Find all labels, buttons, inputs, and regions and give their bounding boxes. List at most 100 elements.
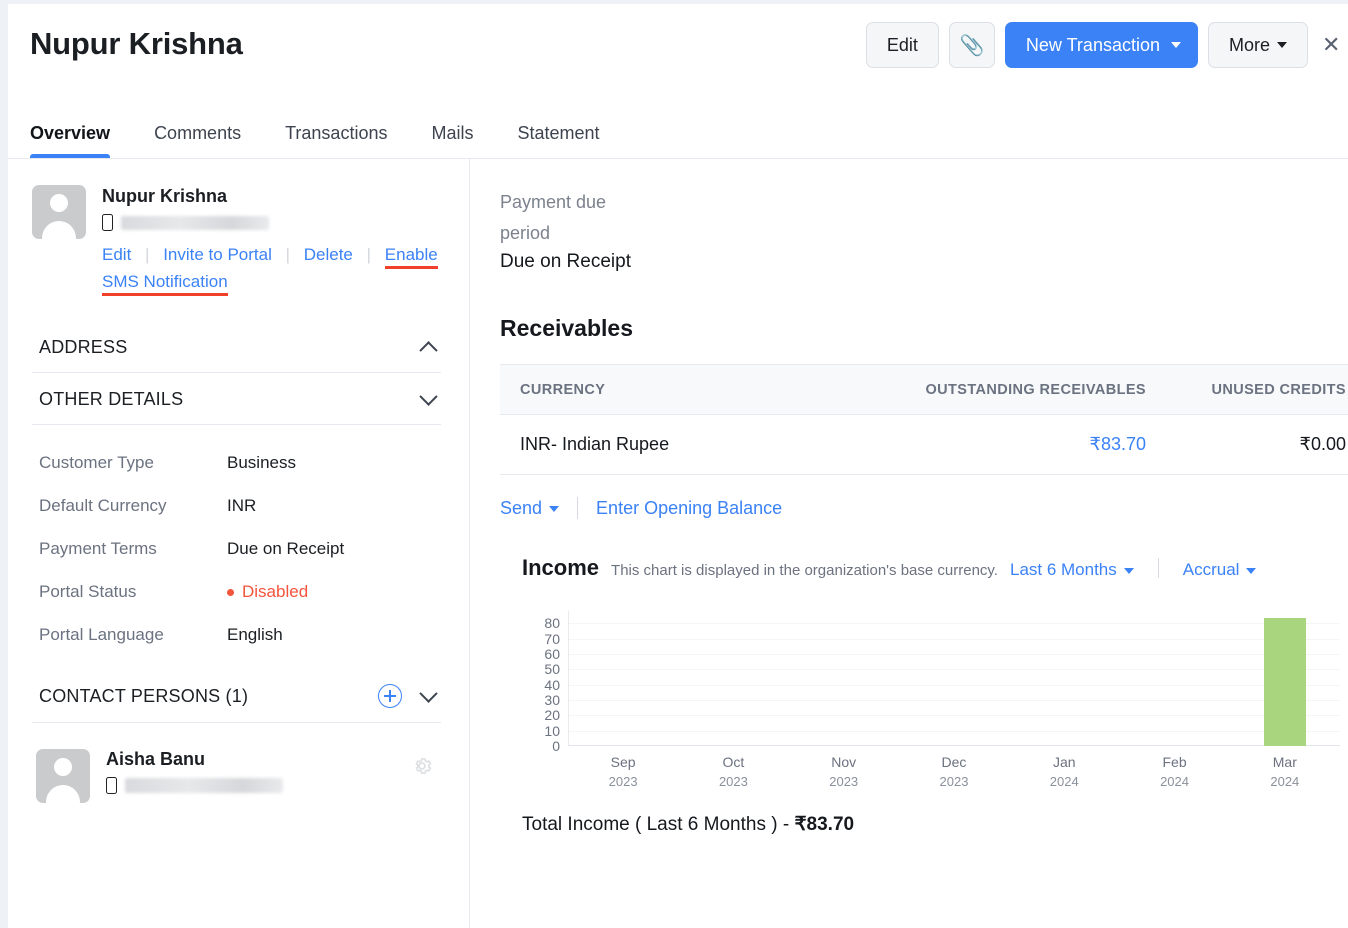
tab-mails[interactable]: Mails — [431, 123, 495, 158]
paperclip-icon: 📎 — [959, 33, 984, 58]
detail-row-customer-type: Customer Type Business — [39, 453, 441, 473]
tab-statement[interactable]: Statement — [517, 123, 621, 158]
enter-opening-balance-link[interactable]: Enter Opening Balance — [596, 498, 782, 519]
edit-button[interactable]: Edit — [866, 22, 939, 68]
detail-value: English — [227, 625, 283, 645]
column-header-currency: CURRENCY — [500, 365, 818, 415]
add-contact-person-icon[interactable] — [378, 684, 402, 708]
avatar — [32, 185, 86, 239]
section-other-details[interactable]: OTHER DETAILS — [32, 373, 441, 425]
chevron-down-icon — [1171, 42, 1181, 48]
attachment-button[interactable]: 📎 — [949, 22, 995, 68]
bar-slot — [1230, 611, 1340, 746]
header-action-bar: Edit 📎 New Transaction More ✕ — [866, 22, 1348, 68]
income-chart-title: Income — [522, 555, 599, 581]
x-axis-tick: Feb2024 — [1119, 753, 1229, 791]
link-invite-to-portal[interactable]: Invite to Portal — [163, 245, 272, 264]
y-axis-tick: 60 — [530, 646, 560, 662]
page-title: Nupur Krishna — [30, 26, 243, 62]
detail-row-portal-status: Portal Status Disabled — [39, 582, 441, 602]
more-button[interactable]: More — [1208, 22, 1308, 68]
status-dot-icon — [227, 589, 234, 596]
detail-label: Portal Status — [39, 582, 227, 602]
new-transaction-label: New Transaction — [1026, 35, 1160, 56]
link-divider: | — [358, 245, 380, 264]
section-contact-persons[interactable]: CONTACT PERSONS (1) — [32, 668, 441, 723]
tab-comments[interactable]: Comments — [154, 123, 263, 158]
x-axis: Sep2023Oct2023Nov2023Dec2023Jan2024Feb20… — [568, 753, 1340, 791]
period-filter-dropdown[interactable]: Last 6 Months — [1010, 560, 1134, 580]
close-icon[interactable]: ✕ — [1322, 32, 1348, 58]
income-bar-chart: 80706050403020100 Sep2023Oct2023Nov2023D… — [522, 611, 1348, 791]
page-body: Nupur Krishna Edit | Invite to Portal | … — [8, 159, 1348, 928]
link-edit[interactable]: Edit — [102, 245, 131, 264]
customer-name: Nupur Krishna — [102, 186, 438, 207]
send-dropdown-button[interactable]: Send — [500, 498, 559, 519]
column-header-outstanding-receivables: OUTSTANDING RECEIVABLES — [818, 365, 1148, 415]
income-chart-card: Income This chart is displayed in the or… — [500, 555, 1348, 791]
total-income-summary: Total Income ( Last 6 Months ) - ₹83.70 — [500, 813, 1348, 836]
payment-due-period-label: Payment due period — [500, 187, 640, 249]
contact-person-phone — [106, 777, 283, 794]
customer-phone — [102, 214, 438, 231]
redacted-phone-number — [125, 778, 283, 793]
detail-label: Portal Language — [39, 625, 227, 645]
detail-value: INR — [227, 496, 256, 516]
column-header-unused-credits: UNUSED CREDITS — [1148, 365, 1348, 415]
avatar — [36, 749, 90, 803]
y-axis-tick: 70 — [530, 631, 560, 647]
y-axis-tick: 10 — [530, 723, 560, 739]
bar-slot — [678, 611, 788, 746]
y-axis: 80706050403020100 — [530, 611, 560, 746]
y-axis-tick: 80 — [530, 615, 560, 631]
customer-summary: Nupur Krishna Edit | Invite to Portal | … — [32, 185, 441, 295]
more-label: More — [1229, 35, 1270, 56]
x-axis-tick: Mar2024 — [1230, 753, 1340, 791]
redacted-phone-number — [121, 216, 269, 230]
chevron-down-icon — [419, 684, 437, 702]
bar-slot — [899, 611, 1009, 746]
new-transaction-button[interactable]: New Transaction — [1005, 22, 1198, 68]
y-axis-tick: 40 — [530, 677, 560, 693]
table-header-row: CURRENCY OUTSTANDING RECEIVABLES UNUSED … — [500, 365, 1348, 415]
total-income-label: Total Income ( Last 6 Months ) - — [522, 814, 794, 835]
cell-outstanding-receivables: ₹83.70 — [818, 415, 1148, 475]
income-chart-subtitle: This chart is displayed in the organizat… — [611, 562, 998, 579]
link-enable[interactable]: Enable — [385, 245, 438, 269]
bar-slot — [568, 611, 678, 746]
link-divider: | — [277, 245, 299, 264]
detail-row-default-currency: Default Currency INR — [39, 496, 441, 516]
period-filter-label: Last 6 Months — [1010, 560, 1117, 579]
cell-unused-credits: ₹0.00 — [1148, 415, 1348, 475]
status-badge: Disabled — [227, 582, 308, 602]
y-axis-tick: 30 — [530, 692, 560, 708]
total-income-value: ₹83.70 — [794, 814, 854, 835]
mobile-phone-icon — [102, 214, 113, 231]
customer-details-list: Customer Type Business Default Currency … — [32, 453, 441, 645]
link-sms-notification[interactable]: SMS Notification — [102, 272, 228, 296]
x-axis-tick: Dec2023 — [899, 753, 1009, 791]
receivables-actions: Send Enter Opening Balance — [500, 497, 1348, 519]
contact-person-row[interactable]: Aisha Banu — [32, 723, 441, 803]
x-axis-tick: Jan2024 — [1009, 753, 1119, 791]
divider — [577, 497, 578, 519]
section-address[interactable]: ADDRESS — [32, 321, 441, 373]
tab-transactions[interactable]: Transactions — [285, 123, 409, 158]
y-axis-tick: 50 — [530, 661, 560, 677]
gear-icon[interactable] — [411, 755, 433, 777]
outstanding-amount-link[interactable]: ₹83.70 — [1090, 434, 1147, 454]
bar-slot — [789, 611, 899, 746]
bar-slot — [1009, 611, 1119, 746]
tab-overview[interactable]: Overview — [30, 123, 132, 158]
link-divider: | — [136, 245, 158, 264]
accounting-basis-dropdown[interactable]: Accrual — [1183, 560, 1257, 580]
x-axis-tick: Oct2023 — [678, 753, 788, 791]
accounting-basis-label: Accrual — [1183, 560, 1240, 579]
table-row: INR- Indian Rupee ₹83.70 ₹0.00 — [500, 415, 1348, 475]
chevron-down-icon — [1124, 568, 1134, 574]
detail-label: Customer Type — [39, 453, 227, 473]
link-delete[interactable]: Delete — [304, 245, 353, 264]
x-axis-tick: Sep2023 — [568, 753, 678, 791]
chart-bar[interactable] — [1264, 618, 1306, 746]
receivables-heading: Receivables — [500, 315, 1348, 342]
